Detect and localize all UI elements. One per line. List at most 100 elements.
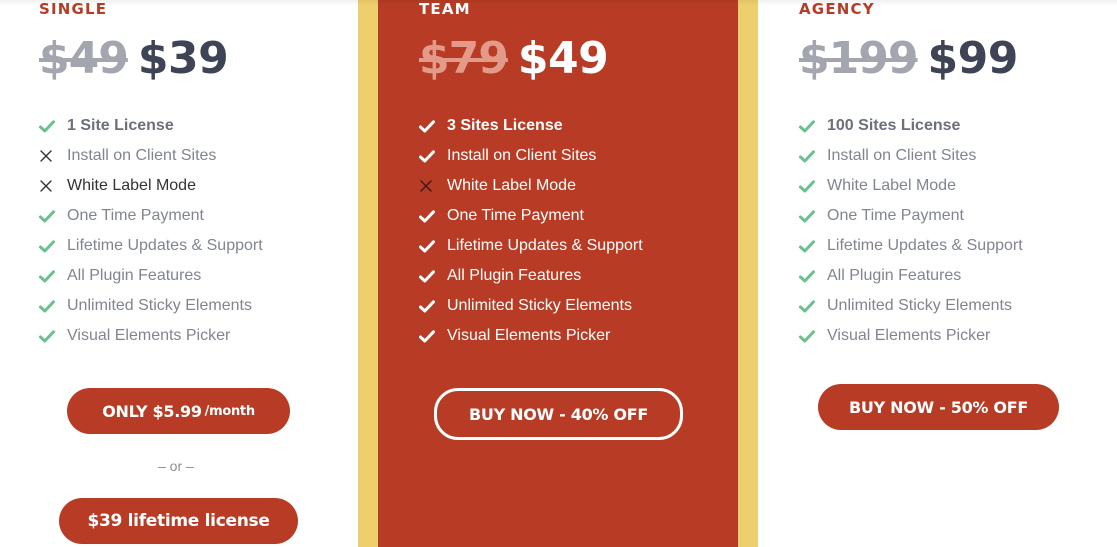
feature-item: Visual Elements Picker [799, 321, 1023, 351]
check-icon [419, 239, 447, 253]
feature-item: One Time Payment [39, 201, 263, 231]
check-icon [39, 209, 67, 223]
feature-item: All Plugin Features [39, 261, 263, 291]
feature-item: Lifetime Updates & Support [419, 231, 643, 261]
check-icon [799, 149, 827, 163]
feature-label: Lifetime Updates & Support [447, 237, 643, 254]
old-price: $79 [419, 33, 509, 84]
plan-name: SINGLE [39, 0, 108, 18]
plan-card-single: SINGLE $49 $39 1 Site License Install on … [0, 0, 358, 547]
check-icon [419, 329, 447, 343]
feature-list: 3 Sites License Install on Client Sites Wh… [419, 111, 643, 351]
feature-item: Lifetime Updates & Support [39, 231, 263, 261]
feature-label: Unlimited Sticky Elements [67, 297, 252, 314]
check-icon [39, 239, 67, 253]
feature-label: One Time Payment [447, 207, 584, 224]
plan-card-team: TEAM $79 $49 3 Sites License Install on C… [378, 0, 738, 547]
feature-item: Install on Client Sites [419, 141, 643, 171]
feature-item: Unlimited Sticky Elements [39, 291, 263, 321]
plan-name: AGENCY [799, 0, 875, 18]
check-icon [799, 329, 827, 343]
buy-now-agency-button[interactable]: BUY NOW - 50% OFF [818, 384, 1059, 430]
feature-item: White Label Mode [39, 171, 263, 201]
check-icon [799, 299, 827, 313]
feature-label: Install on Client Sites [827, 147, 977, 164]
check-icon [39, 299, 67, 313]
feature-label: All Plugin Features [447, 267, 582, 284]
feature-label: 100 Sites License [827, 117, 961, 134]
check-icon [799, 239, 827, 253]
or-separator: – or – [158, 458, 194, 474]
feature-item: Visual Elements Picker [39, 321, 263, 351]
feature-label: Visual Elements Picker [67, 327, 231, 344]
feature-item: Lifetime Updates & Support [799, 231, 1023, 261]
feature-item: 100 Sites License [799, 111, 1023, 141]
feature-label: Lifetime Updates & Support [827, 237, 1023, 254]
feature-item: 3 Sites License [419, 111, 643, 141]
check-icon [39, 329, 67, 343]
feature-item: White Label Mode [799, 171, 1023, 201]
buy-now-team-button-label: BUY NOW - 40% OFF [469, 404, 648, 424]
feature-item: Install on Client Sites [799, 141, 1023, 171]
feature-label: White Label Mode [827, 177, 956, 194]
price-row: $79 $49 [419, 33, 609, 84]
feature-label: All Plugin Features [67, 267, 202, 284]
feature-item: All Plugin Features [799, 261, 1023, 291]
check-icon [799, 209, 827, 223]
new-price: $49 [517, 33, 609, 84]
feature-label: Unlimited Sticky Elements [447, 297, 632, 314]
price-row: $199 $99 [799, 33, 1018, 84]
feature-list: 1 Site License Install on Client Sites Whi… [39, 111, 263, 351]
feature-label: All Plugin Features [827, 267, 962, 284]
feature-label: Unlimited Sticky Elements [827, 297, 1012, 314]
feature-item: Unlimited Sticky Elements [419, 291, 643, 321]
feature-item: White Label Mode [419, 171, 643, 201]
monthly-button-label: ONLY $5.99 [102, 401, 202, 421]
check-icon [799, 119, 827, 133]
x-icon [39, 179, 67, 193]
monthly-button-suffix: /month [204, 403, 255, 419]
lifetime-license-button-label: $39 lifetime license [87, 511, 270, 531]
old-price: $49 [39, 33, 129, 84]
plan-name: TEAM [419, 0, 471, 18]
buy-now-team-button[interactable]: BUY NOW - 40% OFF [434, 388, 683, 440]
x-icon [419, 179, 447, 193]
new-price: $99 [927, 33, 1018, 84]
feature-label: One Time Payment [827, 207, 964, 224]
check-icon [419, 299, 447, 313]
check-icon [799, 179, 827, 193]
check-icon [39, 119, 67, 133]
feature-item: Visual Elements Picker [419, 321, 643, 351]
check-icon [419, 119, 447, 133]
feature-label: One Time Payment [67, 207, 204, 224]
feature-item: One Time Payment [799, 201, 1023, 231]
price-row: $49 $39 [39, 33, 229, 84]
feature-label: Install on Client Sites [67, 147, 217, 164]
feature-label: Visual Elements Picker [447, 327, 611, 344]
check-icon [419, 209, 447, 223]
buy-now-agency-button-label: BUY NOW - 50% OFF [849, 397, 1028, 417]
feature-item: All Plugin Features [419, 261, 643, 291]
old-price: $199 [799, 33, 918, 84]
feature-label: Visual Elements Picker [827, 327, 991, 344]
new-price: $39 [137, 33, 229, 84]
feature-label: White Label Mode [67, 177, 196, 194]
lifetime-license-button[interactable]: $39 lifetime license [59, 498, 298, 544]
feature-item: One Time Payment [419, 201, 643, 231]
check-icon [39, 269, 67, 283]
feature-label: Lifetime Updates & Support [67, 237, 263, 254]
feature-list: 100 Sites License Install on Client Sites… [799, 111, 1023, 351]
check-icon [799, 269, 827, 283]
feature-label: Install on Client Sites [447, 147, 597, 164]
plan-card-agency: AGENCY $199 $99 100 Sites License Install… [758, 0, 1117, 547]
feature-item: Unlimited Sticky Elements [799, 291, 1023, 321]
feature-label: White Label Mode [447, 177, 576, 194]
check-icon [419, 149, 447, 163]
feature-item: 1 Site License [39, 111, 263, 141]
check-icon [419, 269, 447, 283]
monthly-button[interactable]: ONLY $5.99 /month [67, 388, 290, 434]
feature-label: 3 Sites License [447, 117, 563, 134]
feature-item: Install on Client Sites [39, 141, 263, 171]
x-icon [39, 149, 67, 163]
feature-label: 1 Site License [67, 117, 174, 134]
